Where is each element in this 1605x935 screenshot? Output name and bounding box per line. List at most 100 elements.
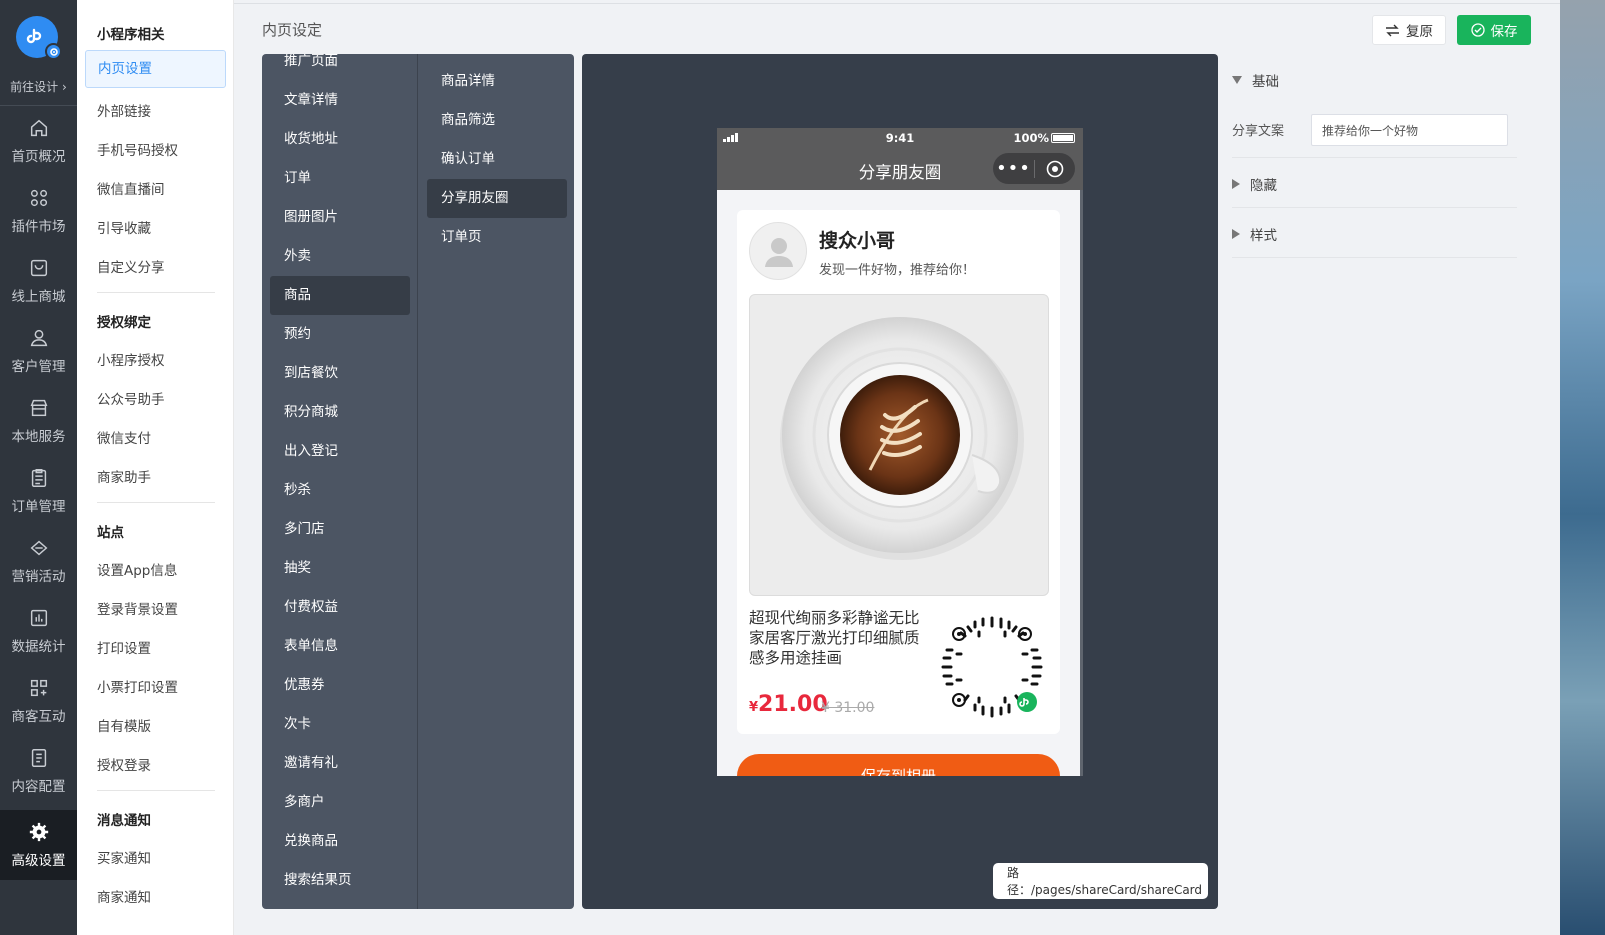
menu-divider [97,502,215,503]
chart-icon [30,609,47,627]
section-style-toggle[interactable]: 样式 [1232,224,1277,244]
section-hide-toggle[interactable]: 隐藏 [1232,174,1277,194]
reset-button[interactable]: 复原 [1372,15,1446,45]
page-category-item[interactable]: 秒杀 [284,481,311,499]
page-category-item[interactable]: 外卖 [284,247,311,265]
nav-item-content[interactable]: 内容配置 [0,736,77,806]
menu-item-miniapp-auth[interactable]: 小程序授权 [97,349,165,369]
page-list-panel: 推广页面 文章详情 收货地址 订单 图册图片 外卖 商品 预约 到店餐饮 积分商… [262,54,574,909]
save-button[interactable]: 保存 [1457,15,1531,45]
menu-item-external-link[interactable]: 外部链接 [97,100,151,120]
menu-item-app-info[interactable]: 设置App信息 [97,559,177,579]
product-image [749,294,1049,596]
nav-item-online-shop[interactable]: 线上商城 [0,246,77,316]
menu-item-merchant-assistant[interactable]: 商家助手 [97,466,151,486]
page-category-item[interactable]: 订单 [284,169,311,187]
user-nickname: 搜众小哥 [819,230,896,252]
nav-item-marketing[interactable]: 营销活动 [0,526,77,596]
nav-item-plugins[interactable]: 插件市场 [0,176,77,246]
menu-item-wechat-pay[interactable]: 微信支付 [97,427,151,447]
panel-divider [1232,257,1517,258]
nav-item-orders[interactable]: 订单管理 [0,456,77,526]
menu-item-guide-favorite[interactable]: 引导收藏 [97,217,151,237]
page-category-item[interactable]: 表单信息 [284,637,338,655]
section-basic-toggle[interactable]: 基础 [1232,70,1279,90]
phone-scrollbar[interactable] [1080,190,1083,776]
menu-group-title: 消息通知 [97,813,151,829]
menu-item-own-template[interactable]: 自有模版 [97,715,151,735]
page-category-item[interactable]: 次卡 [284,715,311,733]
page-category-item[interactable]: 邀请有礼 [284,754,338,772]
nav-item-home[interactable]: 首页概况 [0,106,77,176]
home-icon [30,119,47,137]
page-category-item[interactable]: 付费权益 [284,598,338,616]
preview-area: 9:41 100% 分享朋友圈 ••• 搜众小哥 发现一件好物，推荐给你！ 超现… [582,54,1218,909]
page-sub-item[interactable]: 确认订单 [441,150,495,168]
clipboard-icon [31,469,46,487]
user-icon [30,329,47,347]
panel-divider [1232,157,1517,158]
more-dots-icon[interactable]: ••• [993,158,1034,179]
plugin-icon [30,189,47,207]
phone-preview: 9:41 100% 分享朋友圈 ••• 搜众小哥 发现一件好物，推荐给你！ 超现… [717,128,1083,776]
nav-item-customers[interactable]: 客户管理 [0,316,77,386]
menu-item-buyer-notice[interactable]: 买家通知 [97,847,151,867]
page-category-item[interactable]: 积分商城 [284,403,338,421]
page-category-item[interactable]: 多门店 [284,520,325,538]
desktop-wallpaper-edge [1560,0,1605,935]
menu-group-title: 小程序相关 [97,27,165,43]
page-category-item[interactable]: 到店餐饮 [284,364,338,382]
page-category-item[interactable]: 预约 [284,325,311,343]
nav-item-local-service[interactable]: 本地服务 [0,386,77,456]
menu-item-inner-page-settings[interactable]: 内页设置 [85,50,226,88]
page-category-item[interactable]: 多商户 [284,793,325,811]
page-category-item[interactable]: 出入登记 [284,442,338,460]
caret-right-icon [1232,179,1240,189]
save-to-album-button[interactable]: 保存到相册 [737,754,1060,776]
battery-percent: 100% [1013,131,1049,145]
status-bar: 9:41 100% [717,128,1083,148]
page-category-item[interactable]: 图册图片 [284,208,338,226]
page-sub-item[interactable]: 商品详情 [441,72,495,90]
page-sub-list: 商品详情 商品筛选 确认订单 分享朋友圈 订单页 [419,54,574,909]
menu-item-official-account[interactable]: 公众号助手 [97,388,165,408]
page-category-item[interactable]: 文章详情 [284,91,338,109]
page-category-list: 推广页面 文章详情 收货地址 订单 图册图片 外卖 商品 预约 到店餐饮 积分商… [262,54,418,909]
menu-item-print-settings[interactable]: 打印设置 [97,637,151,657]
avatar [749,222,807,280]
miniapp-qr-code [935,610,1049,724]
page-category-item-goods[interactable]: 商品 [270,276,410,315]
page-sub-item-share-moments[interactable]: 分享朋友圈 [427,179,567,218]
page-category-item[interactable]: 搜索结果页 [284,871,352,889]
page-category-item[interactable]: 优惠券 [284,676,325,694]
gear-icon [29,822,48,842]
settings-submenu: 小程序相关 内页设置 外部链接 手机号码授权 微信直播间 引导收藏 自定义分享 … [77,0,234,935]
menu-item-login-background[interactable]: 登录背景设置 [97,598,178,618]
page-sub-item[interactable]: 商品筛选 [441,111,495,129]
menu-item-wechat-live[interactable]: 微信直播间 [97,178,165,198]
menu-group-title: 授权绑定 [97,315,151,331]
page-category-item[interactable]: 兑换商品 [284,832,338,850]
close-target-icon[interactable] [1035,160,1075,178]
app-logo[interactable] [16,16,62,60]
menu-divider [97,790,215,791]
page-sub-item[interactable]: 订单页 [441,228,482,246]
page-category-item[interactable]: 推广页面 [284,54,338,70]
menu-item-custom-share[interactable]: 自定义分享 [97,256,165,276]
menu-item-phone-auth[interactable]: 手机号码授权 [97,139,178,159]
miniapp-capsule[interactable]: ••• [993,153,1075,184]
nav-item-statistics[interactable]: 数据统计 [0,596,77,666]
share-text-input[interactable] [1311,114,1508,146]
phone-navbar: 分享朋友圈 ••• [717,148,1083,190]
reset-icon [1386,24,1399,36]
goto-design-link[interactable]: 前往设计 › [0,78,77,106]
product-price: ¥21.00 [749,692,828,717]
page-category-item[interactable]: 收货地址 [284,130,338,148]
page-category-item[interactable]: 抽奖 [284,559,311,577]
menu-item-auth-login[interactable]: 授权登录 [97,754,151,774]
menu-item-receipt-print[interactable]: 小票打印设置 [97,676,178,696]
menu-item-merchant-notice[interactable]: 商家通知 [97,886,151,906]
product-name: 超现代绚丽多彩静谧无比家居客厅激光打印细腻质感多用途挂画 [749,609,920,667]
nav-item-interaction[interactable]: 商客互动 [0,666,77,736]
nav-item-advanced-settings[interactable]: 高级设置 [0,810,77,880]
